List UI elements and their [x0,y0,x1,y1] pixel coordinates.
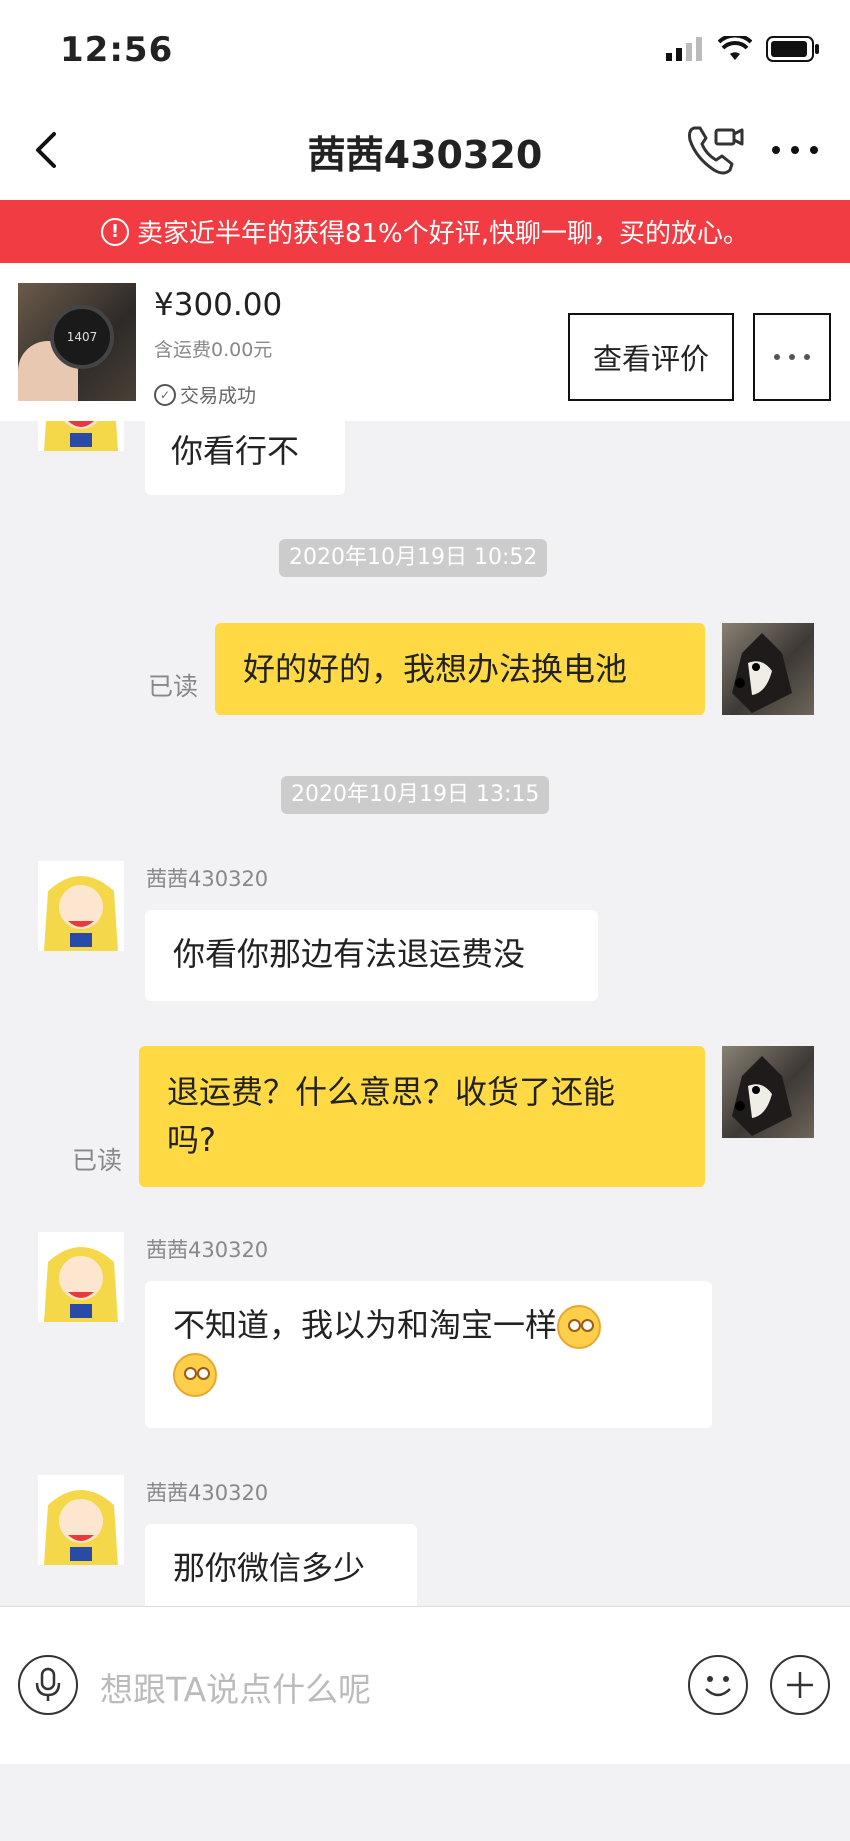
cartoon-avatar-icon [44,1490,118,1565]
seller-avatar[interactable] [38,421,124,451]
dizzy-emoji-icon [173,1353,217,1397]
cartoon-avatar-icon [44,421,118,451]
message-bubble[interactable]: 不知道，我以为和淘宝一样 [145,1281,712,1428]
dog-avatar-icon [732,1056,792,1136]
message-text: 好的好的，我想办法换电池 [243,650,628,688]
seller-avatar[interactable] [38,861,124,951]
bottom-safe-area [0,1764,850,1841]
battery-icon [766,36,819,62]
message-bubble[interactable]: 你看你那边有法退运费没 [145,910,598,1001]
product-card[interactable]: 1407 ¥300.00 含运费0.00元 ✓ 交易成功 查看评价 [0,263,850,421]
call-video-icon[interactable] [684,120,744,180]
chat-area[interactable]: 你看行不 2020年10月19日 10:52 已读 好的好的，我想办法换电池 2… [0,421,850,1606]
status-time: 12:56 [60,30,174,70]
smiley-icon [705,1676,731,1697]
notice-text: 卖家近半年的获得81%个好评,快聊一聊，买的放心。 [136,219,750,249]
read-receipt: 已读 [72,1146,123,1175]
message-bubble[interactable]: 那你微信多少 [145,1524,417,1606]
voice-button[interactable] [18,1655,78,1715]
timestamp: 2020年10月19日 13:15 [281,776,550,814]
input-bar: 想跟TA说点什么呢 [0,1606,850,1765]
deal-status-label: 交易成功 [180,385,257,407]
cartoon-avatar-icon [44,876,118,951]
message-bubble[interactable]: 你看行不 [145,421,345,495]
message-bubble[interactable]: 退运费？什么意思？收货了还能 吗? [139,1046,705,1187]
product-more-button[interactable] [753,313,831,401]
dizzy-emoji-icon [557,1305,602,1349]
sender-name: 茜茜430320 [146,867,269,891]
alert-icon: ! [100,217,129,246]
microphone-icon [35,1667,61,1701]
emoji-button[interactable] [688,1655,748,1715]
more-icon [774,354,810,360]
watch-face: 1407 [50,305,114,369]
sender-name: 茜茜430320 [146,1481,269,1505]
read-receipt: 已读 [148,672,199,701]
message-text: 不知道，我以为和淘宝一样 [173,1306,558,1344]
nav-bar: 茜茜430320 [0,100,850,200]
my-avatar[interactable] [722,623,814,715]
message-bubble[interactable]: 好的好的，我想办法换电池 [215,623,705,715]
view-reviews-button[interactable]: 查看评价 [568,313,734,401]
message-text: 你看你那边有法退运费没 [173,935,526,973]
status-bar: 12:56 [0,0,850,100]
my-avatar[interactable] [722,1046,814,1138]
timestamp: 2020年10月19日 10:52 [279,539,548,577]
notice-banner: ! 卖家近半年的获得81%个好评,快聊一聊，买的放心。 [0,200,850,263]
seller-avatar[interactable] [38,1475,124,1565]
message-text-line: 退运费？什么意思？收货了还能 [167,1073,616,1111]
message-text: 你看行不 [171,432,300,470]
product-price: ¥300.00 [154,287,283,323]
message-text-line: 吗? [167,1121,216,1159]
message-text: 那你微信多少 [173,1549,366,1587]
more-icon[interactable] [770,142,820,158]
dog-avatar-icon [732,633,792,713]
product-shipping: 含运费0.00元 [154,339,273,361]
wifi-icon [718,36,752,60]
deal-status: ✓ 交易成功 [154,381,256,408]
message-input[interactable]: 想跟TA说点什么呢 [100,1663,371,1711]
plus-button[interactable] [770,1655,830,1715]
status-icons [666,36,820,62]
check-circle-icon: ✓ [154,383,176,406]
product-thumbnail[interactable]: 1407 [18,283,136,401]
seller-avatar[interactable] [38,1232,124,1322]
plus-icon [787,1672,813,1698]
signal-icon [666,37,702,61]
cartoon-avatar-icon [44,1247,118,1322]
sender-name: 茜茜430320 [146,1238,269,1262]
